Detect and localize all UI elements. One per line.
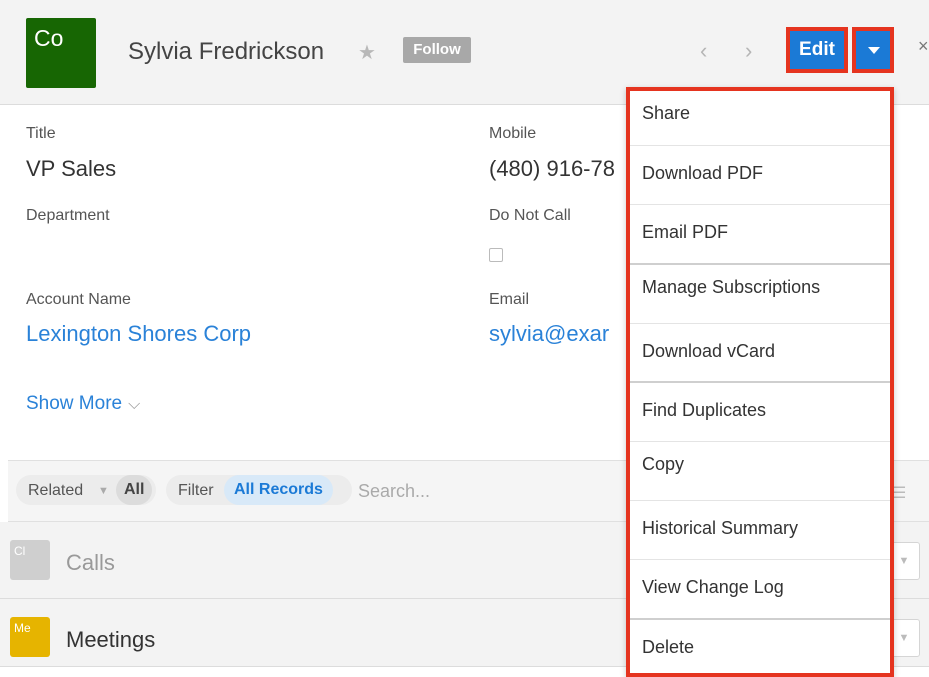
do-not-call-checkbox[interactable]	[489, 248, 503, 262]
related-value: All	[116, 475, 153, 505]
show-more-link[interactable]: Show More ⌵	[26, 393, 140, 415]
meetings-title: Meetings	[66, 627, 156, 652]
menu-item-find-duplicates[interactable]: Find Duplicates	[630, 383, 890, 442]
chevron-left-icon[interactable]: ‹	[700, 38, 707, 64]
avatar-initials: Co	[34, 25, 64, 51]
related-module-select[interactable]: Related ▼ All	[16, 475, 156, 505]
close-icon[interactable]: ×	[918, 36, 929, 57]
menu-item-view-change-log[interactable]: View Change Log	[630, 560, 890, 620]
account-name-link[interactable]: Lexington Shores Corp	[26, 321, 251, 347]
menu-item-label: Download vCard	[642, 341, 776, 361]
actions-dropdown-button[interactable]	[852, 27, 894, 73]
chevron-right-icon[interactable]: ›	[745, 38, 752, 64]
menu-item-share[interactable]: Share	[630, 91, 890, 146]
menu-item-download-vcard[interactable]: Download vCard	[630, 324, 890, 383]
menu-item-copy[interactable]: Copy	[630, 442, 890, 501]
menu-item-email-pdf[interactable]: Email PDF	[630, 205, 890, 265]
show-more-label: Show More	[26, 393, 123, 414]
filter-value: All Records	[224, 475, 333, 505]
edit-button[interactable]: Edit	[786, 27, 848, 73]
actions-menu: Share Download PDF Email PDF Manage Subs…	[626, 87, 894, 677]
calls-module-icon: Cl	[10, 540, 50, 580]
filter-label: Filter	[178, 482, 214, 499]
caret-down-icon	[868, 47, 880, 54]
menu-item-delete[interactable]: Delete	[630, 620, 890, 673]
star-icon[interactable]: ★	[358, 40, 376, 65]
calls-icon-text: Cl	[14, 544, 26, 558]
menu-item-label: Delete	[642, 637, 695, 657]
menu-item-label: Copy	[642, 454, 685, 474]
menu-item-label: Manage Subscriptions	[642, 277, 821, 297]
title-value: VP Sales	[26, 156, 117, 181]
menu-item-label: View Change Log	[642, 577, 784, 597]
menu-item-label: Historical Summary	[642, 518, 799, 538]
filter-select[interactable]: Filter All Records	[166, 475, 352, 505]
menu-item-label: Share	[642, 103, 691, 123]
contact-avatar: Co	[26, 18, 96, 88]
meetings-module-icon: Me	[10, 617, 50, 657]
department-label: Department	[26, 207, 110, 224]
caret-down-icon: ▼	[98, 485, 109, 497]
email-label: Email	[489, 291, 530, 308]
account-name-label: Account Name	[26, 291, 131, 308]
list-view-icon[interactable]: ☰	[892, 483, 906, 503]
record-name: Sylvia Fredrickson	[128, 38, 325, 65]
title-label: Title	[26, 125, 56, 142]
mobile-value: (480) 916-78	[489, 156, 615, 181]
email-link[interactable]: sylvia@exar	[489, 321, 609, 347]
meetings-icon-text: Me	[14, 621, 31, 635]
menu-item-historical-summary[interactable]: Historical Summary	[630, 501, 890, 560]
menu-item-label: Download PDF	[642, 163, 764, 183]
menu-item-download-pdf[interactable]: Download PDF	[630, 146, 890, 205]
search-input[interactable]: Search...	[358, 481, 430, 502]
menu-item-label: Email PDF	[642, 222, 729, 242]
do-not-call-label: Do Not Call	[489, 207, 571, 224]
menu-item-manage-subscriptions[interactable]: Manage Subscriptions	[630, 265, 890, 324]
follow-button[interactable]: Follow	[403, 37, 471, 63]
related-label: Related	[28, 482, 84, 499]
calls-title: Calls	[66, 550, 115, 575]
chevron-down-icon: ⌵	[128, 396, 141, 413]
mobile-label: Mobile	[489, 125, 537, 142]
menu-item-label: Find Duplicates	[642, 400, 767, 420]
